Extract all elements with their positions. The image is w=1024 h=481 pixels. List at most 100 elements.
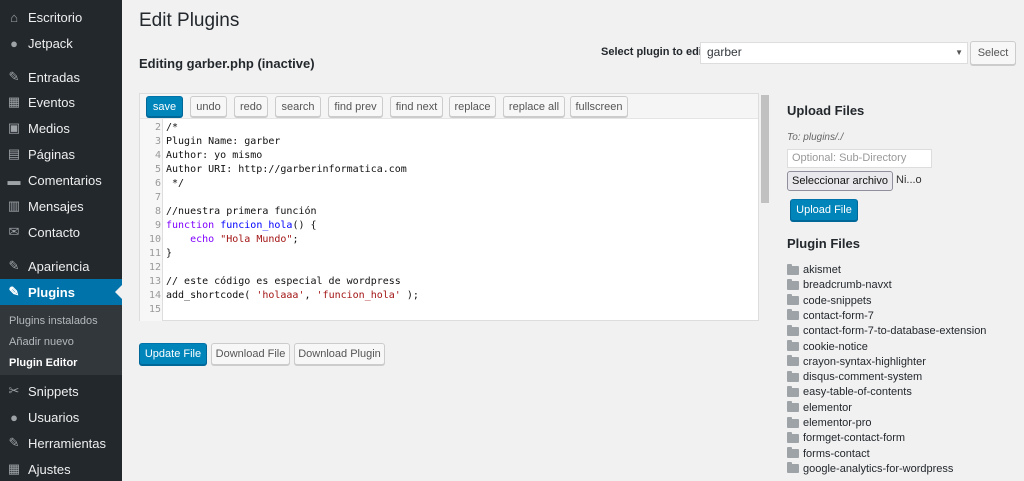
- editing-file: garber.php: [186, 56, 254, 71]
- plugin-folder-label[interactable]: elementor-pro: [803, 417, 871, 429]
- code-text: // este código es especial de wordpress: [166, 276, 401, 287]
- plugin-select-value: garber: [707, 45, 742, 59]
- line-number: 10: [148, 234, 161, 245]
- plugin-folder-item[interactable]: cookie-notice: [787, 340, 868, 354]
- code-text: Author URI: http://garberinformatica.com: [166, 164, 407, 175]
- plugin-folder-item[interactable]: easy-table-of-contents: [787, 385, 912, 399]
- code-text: add_shortcode( 'holaaa', 'funcion_hola' …: [166, 289, 419, 303]
- submenu-add-new[interactable]: Añadir nuevo: [9, 336, 74, 348]
- sidebar-item-label: Ajustes: [28, 461, 71, 477]
- code-token: () {: [292, 220, 317, 231]
- sidebar-item-apariencia[interactable]: ✎ Apariencia: [0, 253, 122, 279]
- sidebar-item-comentarios[interactable]: ▬ Comentarios: [0, 167, 122, 193]
- no-file-label: Ni...o: [896, 174, 922, 186]
- plugin-folder-label[interactable]: easy-table-of-contents: [803, 386, 912, 398]
- plugin-folder-label[interactable]: crayon-syntax-highlighter: [803, 356, 926, 368]
- mail-icon: ✉: [8, 224, 20, 239]
- sidebar-item-plugins[interactable]: ✎ Plugins: [0, 279, 122, 305]
- plugin-folder-item[interactable]: crayon-syntax-highlighter: [787, 355, 926, 369]
- code-token: funcion_hola: [220, 220, 293, 231]
- media-icon: ▣: [7, 120, 21, 135]
- plugin-folder-label[interactable]: forms-contact: [803, 448, 870, 460]
- code-text: Author: yo mismo: [166, 150, 263, 161]
- sidebar-item-medios[interactable]: ▣ Medios: [0, 115, 122, 141]
- code-editor[interactable]: save undo redo search find prev find nex…: [139, 93, 759, 321]
- code-text: echo "Hola Mundo";: [166, 233, 298, 247]
- plugin-folder-label[interactable]: contact-form-7-to-database-extension: [803, 325, 986, 337]
- settings-icon: ▦: [7, 461, 21, 476]
- sidebar-item-ajustes[interactable]: ▦ Ajustes: [0, 456, 122, 481]
- sidebar-item-herramientas[interactable]: ✎ Herramientas: [0, 430, 122, 456]
- find-next-button[interactable]: find next: [390, 96, 443, 117]
- sidebar-item-p-ginas[interactable]: ▤ Páginas: [0, 141, 122, 167]
- plugin-folder-item[interactable]: forms-contact: [787, 447, 870, 461]
- folder-icon: [787, 401, 799, 413]
- line-number: 14: [148, 290, 161, 301]
- plugin-folder-item[interactable]: elementor: [787, 401, 852, 415]
- tools-icon: ✎: [8, 435, 20, 450]
- subdirectory-input[interactable]: Optional: Sub-Directory: [787, 149, 932, 168]
- plugin-folder-label[interactable]: cookie-notice: [803, 341, 868, 353]
- replace-all-button[interactable]: replace all: [503, 96, 565, 117]
- sidebar-item-label: Mensajes: [28, 198, 84, 214]
- folder-icon: [787, 324, 799, 336]
- sidebar-item-usuarios[interactable]: ● Usuarios: [0, 404, 122, 430]
- comment-icon: ▬: [7, 172, 21, 188]
- plugin-folder-item[interactable]: breadcrumb-navxt: [787, 278, 892, 292]
- plugin-select[interactable]: garber ▼: [700, 42, 968, 64]
- messages-icon: ▥: [7, 198, 21, 213]
- submenu-plugins-installed[interactable]: Plugins instalados: [9, 315, 98, 327]
- sidebar-item-snippets[interactable]: ✂ Snippets: [0, 378, 122, 404]
- fullscreen-button[interactable]: fullscreen: [570, 96, 628, 117]
- find-prev-button[interactable]: find prev: [328, 96, 383, 117]
- plugin-folder-item[interactable]: code-snippets: [787, 294, 872, 308]
- plugin-folder-item[interactable]: formget-contact-form: [787, 431, 905, 445]
- sidebar-item-entradas[interactable]: ✎ Entradas: [0, 64, 122, 90]
- select-button[interactable]: Select: [970, 41, 1016, 65]
- sidebar-item-eventos[interactable]: ▦ Eventos: [0, 89, 122, 115]
- plugin-folder-label[interactable]: google-analytics-for-wordpress: [803, 463, 953, 475]
- page-title: Edit Plugins: [139, 10, 240, 31]
- dashboard-icon: ⌂: [10, 9, 18, 25]
- sidebar-item-mensajes[interactable]: ▥ Mensajes: [0, 193, 122, 219]
- folder-icon: [787, 309, 799, 321]
- redo-button[interactable]: redo: [234, 96, 268, 117]
- plugin-folder-label[interactable]: formget-contact-form: [803, 432, 905, 444]
- scrollbar-thumb[interactable]: [761, 95, 769, 203]
- submenu-plugin-editor[interactable]: Plugin Editor: [9, 357, 77, 369]
- download-file-button[interactable]: Download File: [211, 343, 290, 365]
- sidebar-item-jetpack[interactable]: ● Jetpack: [0, 30, 122, 56]
- replace-button[interactable]: replace: [449, 96, 496, 117]
- plugin-folder-label[interactable]: code-snippets: [803, 295, 872, 307]
- sidebar-item-escritorio[interactable]: ⌂ Escritorio: [0, 4, 122, 30]
- editing-prefix: Editing: [139, 56, 187, 71]
- plugin-folder-label[interactable]: elementor: [803, 402, 852, 414]
- plugin-folder-label[interactable]: contact-form-7: [803, 310, 874, 322]
- plugin-folder-item[interactable]: contact-form-7: [787, 309, 874, 323]
- plugin-folder-item[interactable]: contact-form-7-to-database-extension: [787, 324, 986, 338]
- code-token: ,: [304, 290, 317, 301]
- choose-file-button[interactable]: Seleccionar archivo: [787, 171, 893, 191]
- plugin-folder-label[interactable]: akismet: [803, 264, 841, 276]
- save-button[interactable]: save: [146, 96, 183, 117]
- jetpack-icon: ●: [10, 35, 18, 51]
- sidebar-item-contacto[interactable]: ✉ Contacto: [0, 219, 122, 245]
- upload-file-button[interactable]: Upload File: [790, 199, 858, 221]
- plugin-folder-item[interactable]: google-analytics-for-wordpress: [787, 462, 953, 476]
- sidebar-item-label: Comentarios: [28, 172, 102, 188]
- sidebar-item-label: Plugins: [28, 284, 75, 300]
- editor-scrollbar[interactable]: [760, 93, 770, 321]
- search-button[interactable]: search: [275, 96, 321, 117]
- line-number: 2: [154, 122, 161, 133]
- plugin-folder-item[interactable]: akismet: [787, 263, 841, 277]
- code-token: "Hola Mundo": [220, 234, 293, 245]
- download-plugin-button[interactable]: Download Plugin: [294, 343, 385, 365]
- code-area[interactable]: 2 /* 3 Plugin Name: garber 4 Author: yo mismo…: [140, 119, 758, 321]
- plugin-folder-item[interactable]: disqus-comment-system: [787, 370, 922, 384]
- plugin-folder-label[interactable]: disqus-comment-system: [803, 371, 922, 383]
- plugin-folder-label[interactable]: breadcrumb-navxt: [803, 279, 892, 291]
- update-file-button[interactable]: Update File: [139, 343, 207, 365]
- undo-button[interactable]: undo: [190, 96, 227, 117]
- plugin-folder-item[interactable]: elementor-pro: [787, 416, 871, 430]
- code-text: }: [166, 248, 173, 259]
